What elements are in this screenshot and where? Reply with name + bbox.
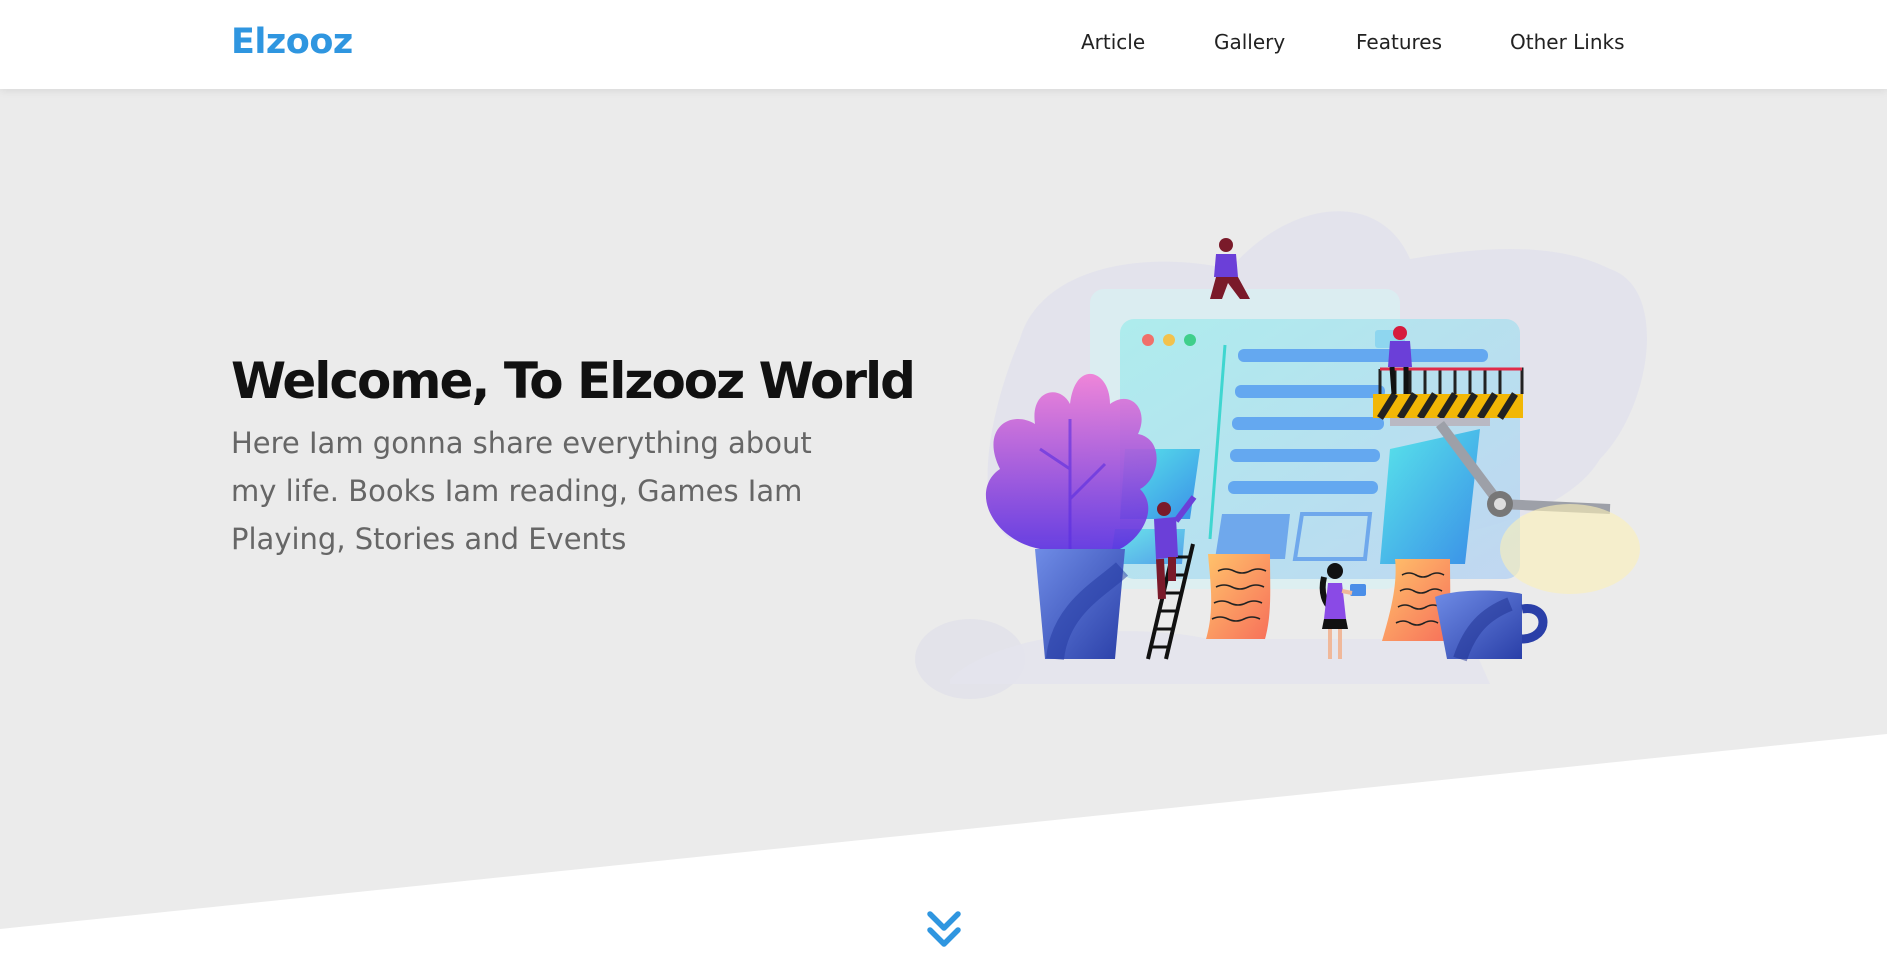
main-nav: Article Gallery Features Other Links bbox=[1060, 30, 1640, 62]
hero-description: Here Iam gonna share everything about my… bbox=[231, 426, 812, 556]
hero-section: Welcome, To Elzooz World Here Iam gonna … bbox=[0, 89, 1887, 978]
nav-link-features[interactable]: Features bbox=[1356, 30, 1442, 54]
double-chevron-down-icon[interactable] bbox=[924, 908, 964, 952]
nav-link-gallery[interactable]: Gallery bbox=[1214, 30, 1285, 54]
nav-link-other-links[interactable]: Other Links bbox=[1510, 30, 1625, 54]
site-header: Elzooz Article Gallery Features Other Li… bbox=[0, 0, 1887, 89]
site-logo[interactable]: Elzooz bbox=[231, 22, 353, 62]
web-building-illustration bbox=[915, 211, 1648, 699]
hero-title: Welcome, To Elzooz World bbox=[231, 352, 916, 410]
nav-link-article[interactable]: Article bbox=[1081, 30, 1145, 54]
